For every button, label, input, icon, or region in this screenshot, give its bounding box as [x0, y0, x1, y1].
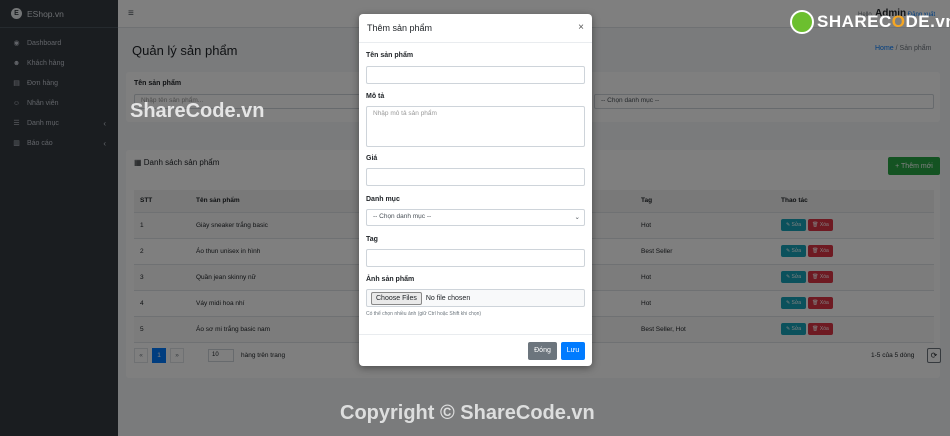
name-input[interactable]	[366, 66, 585, 84]
close-button[interactable]: Đóng	[528, 342, 557, 360]
sharecode-logo: SHARECODE.vn	[790, 10, 950, 34]
description-textarea[interactable]: Nhập mô tả sản phẩm	[366, 106, 585, 147]
tag-input[interactable]	[366, 249, 585, 267]
description-label: Mô tả	[366, 93, 385, 100]
image-hint: Có thể chọn nhiều ảnh (giữ Ctrl hoặc Shi…	[366, 311, 482, 317]
close-icon[interactable]: ×	[578, 22, 584, 33]
file-status: No file chosen	[425, 294, 471, 302]
price-label: Giá	[366, 155, 378, 162]
sharecode-logo-icon	[790, 10, 814, 34]
watermark-copyright: Copyright © ShareCode.vn	[340, 402, 595, 424]
modal-title: Thêm sản phẩm	[367, 23, 433, 33]
category-select-value: -- Chọn danh mục --	[373, 213, 432, 220]
description-placeholder: Nhập mô tả sản phẩm	[373, 110, 437, 117]
sharecode-logo-text: SHARECODE.vn	[817, 12, 950, 31]
category-select[interactable]: -- Chọn danh mục -- ⌄	[366, 209, 585, 226]
image-file-input[interactable]: Choose Files No file chosen	[366, 289, 585, 307]
price-input[interactable]	[366, 168, 585, 186]
chevron-down-icon: ⌄	[574, 214, 580, 221]
watermark-center: ShareCode.vn	[130, 100, 265, 122]
tag-label: Tag	[366, 236, 378, 243]
name-label: Tên sản phẩm	[366, 52, 414, 59]
category-label: Danh mục	[366, 196, 400, 203]
add-product-modal: Thêm sản phẩm × Tên sản phẩm Mô tả Nhập …	[359, 14, 592, 366]
image-label: Ảnh sản phẩm	[366, 276, 415, 283]
choose-files-button[interactable]: Choose Files	[371, 291, 422, 305]
modal-header: Thêm sản phẩm ×	[359, 14, 592, 43]
save-button[interactable]: Lưu	[561, 342, 585, 360]
modal-footer: Đóng Lưu	[359, 334, 592, 366]
